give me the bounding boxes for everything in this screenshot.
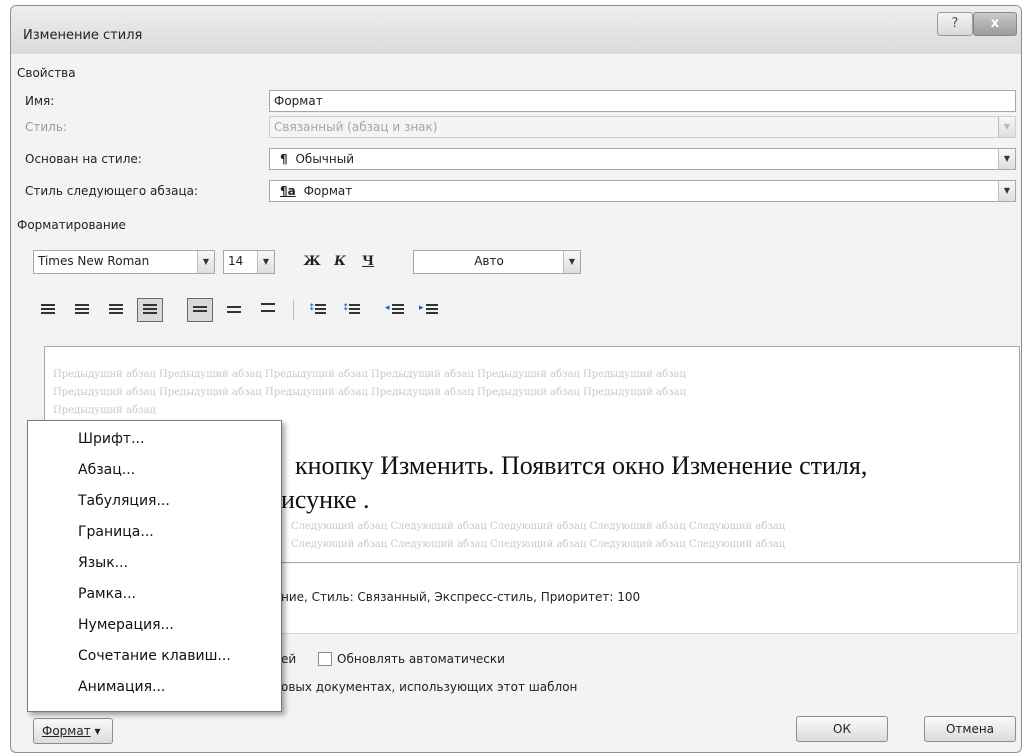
bold-button[interactable]: Ж	[301, 251, 323, 273]
name-value: Формат	[274, 94, 323, 108]
chevron-down-icon[interactable]: ▼	[563, 251, 580, 273]
dialog-title: Изменение стиля	[23, 28, 143, 43]
style-type-label: Стиль:	[25, 120, 67, 134]
format-menu: Шрифт... Абзац... Табуляция... Граница..…	[27, 420, 282, 712]
menu-item-animation[interactable]: Анимация...	[78, 679, 165, 695]
style-type-select[interactable]: Связанный (абзац и знак) ▼	[269, 116, 1016, 138]
font-select[interactable]: Times New Roman ▼	[33, 250, 215, 274]
add-to-quick-styles-label: ей	[281, 652, 297, 666]
format-button[interactable]: Формат ▾	[33, 718, 113, 744]
preview-next-paragraph: Следующий абзац Следующий абзац Следующи…	[291, 521, 786, 532]
menu-item-tabs[interactable]: Табуляция...	[78, 493, 170, 509]
menu-item-shortcut-key[interactable]: Сочетание клавиш...	[78, 648, 231, 664]
italic-button[interactable]: К	[329, 251, 351, 273]
menu-item-language[interactable]: Язык...	[78, 555, 128, 571]
chevron-down-icon[interactable]: ▼	[257, 251, 274, 273]
ok-button[interactable]: ОК	[796, 716, 888, 742]
close-button[interactable]: x	[973, 12, 1017, 36]
justify-icon[interactable]	[137, 298, 163, 322]
style-description-text: ние, Стиль: Связанный, Экспресс-стиль, П…	[281, 590, 641, 604]
format-button-label: Формат	[42, 724, 91, 738]
next-style-value: Формат	[303, 184, 353, 198]
preview-next-paragraph: Следующий абзац Следующий абзац Следующи…	[291, 539, 786, 550]
increase-indent-icon[interactable]: ▸	[417, 298, 443, 322]
chevron-down-icon[interactable]: ▼	[998, 181, 1015, 201]
preview-previous-paragraph: Предыдущий абзац	[53, 405, 156, 416]
chevron-down-icon[interactable]: ▼	[197, 251, 214, 273]
align-center-icon[interactable]	[69, 298, 95, 322]
preview-sample-text: кнопку Изменить. Появится окно Изменение…	[295, 451, 868, 480]
based-on-select[interactable]: ¶ Обычный ▼	[269, 148, 1016, 170]
arrow-icon: ↕	[308, 303, 316, 313]
arrow-icon: ◂	[385, 303, 390, 313]
auto-update-label: Обновлять автоматически	[337, 652, 505, 666]
name-label: Имя:	[25, 94, 55, 108]
menu-item-paragraph[interactable]: Абзац...	[78, 462, 135, 478]
chevron-down-icon: ▼	[998, 117, 1015, 137]
based-on-label: Основан на стиле:	[25, 152, 142, 166]
align-left-icon[interactable]	[35, 298, 61, 322]
font-value: Times New Roman	[38, 254, 150, 268]
next-style-label: Стиль следующего абзаца:	[25, 184, 199, 198]
toolbar-divider	[293, 300, 294, 320]
next-style-select[interactable]: ¶a Формат ▼	[269, 180, 1016, 202]
properties-heading: Свойства	[17, 66, 76, 80]
align-right-icon[interactable]	[103, 298, 129, 322]
one-half-spacing-icon[interactable]	[221, 298, 247, 322]
double-spacing-icon[interactable]	[255, 298, 281, 322]
name-field[interactable]: Формат	[269, 90, 1016, 112]
menu-item-frame[interactable]: Рамка...	[78, 586, 136, 602]
formatting-heading: Форматирование	[17, 218, 126, 232]
space-before-icon[interactable]: ↕	[305, 298, 331, 322]
new-documents-option-label: овых документах, использующих этот шабло…	[281, 680, 578, 694]
arrow-icon: ▸	[419, 303, 424, 313]
space-after-icon[interactable]: ↕	[339, 298, 365, 322]
font-size-value: 14	[228, 254, 244, 268]
based-on-value: Обычный	[295, 152, 354, 166]
cancel-button[interactable]: Отмена	[924, 716, 1016, 742]
decrease-indent-icon[interactable]: ◂	[383, 298, 409, 322]
preview-previous-paragraph: Предыдущий абзац Предыдущий абзац Предыд…	[53, 387, 686, 398]
auto-update-checkbox[interactable]	[318, 652, 332, 666]
chevron-down-icon[interactable]: ▼	[998, 149, 1015, 169]
title-bar: Изменение стиля ? x	[11, 6, 1021, 54]
help-button[interactable]: ?	[937, 12, 973, 36]
arrow-icon: ↕	[342, 303, 350, 313]
chevron-down-icon: ▾	[94, 724, 101, 738]
single-spacing-icon[interactable]	[187, 298, 213, 322]
preview-sample-text: исунке .	[281, 485, 370, 514]
menu-item-font[interactable]: Шрифт...	[78, 431, 144, 447]
underline-button[interactable]: Ч	[357, 251, 379, 273]
linked-style-icon: ¶a	[280, 184, 296, 198]
font-size-select[interactable]: 14 ▼	[223, 250, 275, 274]
preview-previous-paragraph: Предыдущий абзац Предыдущий абзац Предыд…	[53, 369, 686, 380]
paragraph-icon: ¶	[280, 152, 288, 166]
style-type-value: Связанный (абзац и знак)	[274, 120, 438, 134]
font-color-value: Авто	[474, 254, 504, 268]
font-color-select[interactable]: Авто ▼	[413, 250, 581, 274]
menu-item-border[interactable]: Граница...	[78, 524, 154, 540]
menu-item-numbering[interactable]: Нумерация...	[78, 617, 174, 633]
